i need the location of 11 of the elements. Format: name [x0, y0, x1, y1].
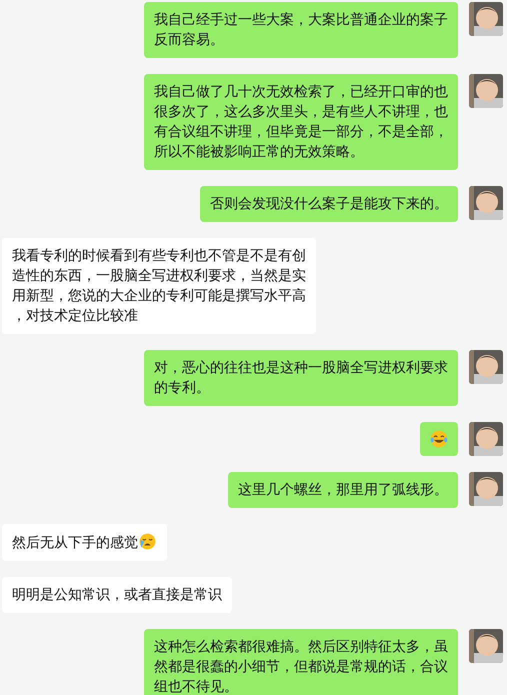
message-bubble: 对，恶心的往往也是这种一股脑全写进权利要求的专利。: [144, 350, 458, 406]
message-bubble: 我自己做了几十次无效检索了，已经开口审的也很多次了，这么多次里头，是有些人不讲理，也有合议组不讲理，但毕竟是一部分，不是全部，所以不能被影响正常的无效策略。: [144, 74, 458, 170]
message-bubble: 我自己经手过一些大案，大案比普通企业的案子反而容易。: [144, 2, 458, 58]
message-bubble: 然后无从下手的感觉: [2, 524, 167, 561]
crying-emoji-icon: [138, 532, 157, 551]
message-bubble: 我看专利的时候看到有些专利也不管是不是有创造性的东西，一股脑全写进权利要求，当然是实用新型，您说的大企业的专利可能是撰写水平高，对技术定位比较准: [2, 238, 316, 334]
message-bubble: 这里几个螺丝，那里用了弧线形。: [228, 472, 458, 508]
laughing-emoji-icon: [429, 429, 449, 449]
message-bubble: 明明是公知常识，或者直接是常识: [2, 577, 232, 613]
message-bubble: 这种怎么检索都很难搞。然后区别特征太多，虽然都是很蠢的小细节，但都说是常规的话，合议组也不待见。: [144, 629, 458, 695]
message-bubble: 否则会发现没什么案子是能攻下来的。: [200, 186, 458, 222]
